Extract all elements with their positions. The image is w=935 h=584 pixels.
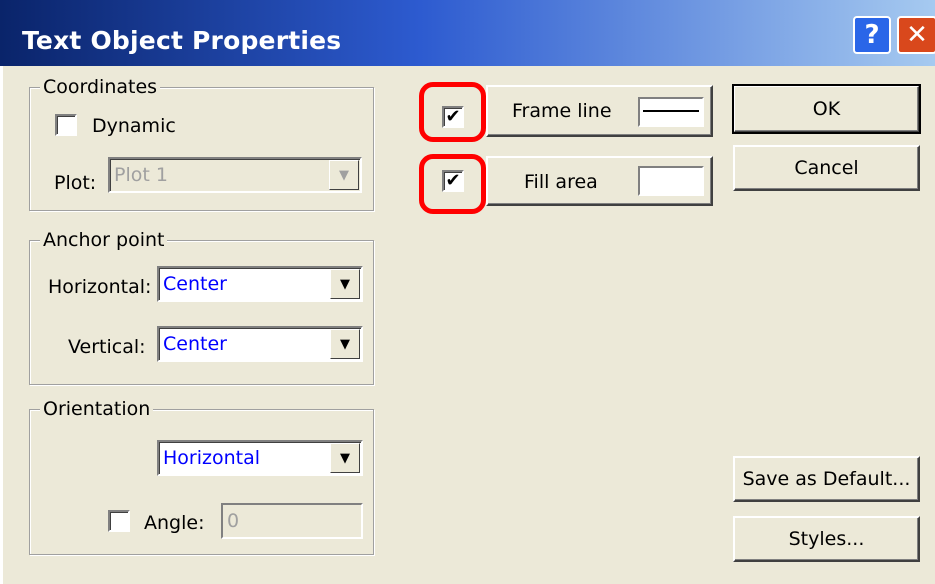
anchor-point-group <box>29 240 374 385</box>
fill-area-button[interactable]: Fill area <box>486 156 713 206</box>
chevron-down-icon[interactable]: ▼ <box>330 269 360 299</box>
fill-area-label: Fill area <box>524 171 598 193</box>
vertical-select[interactable]: Center ▼ <box>157 326 363 362</box>
ok-button[interactable]: OK <box>732 84 921 134</box>
plot-label: Plot: <box>54 172 97 194</box>
dynamic-checkbox[interactable] <box>55 114 77 136</box>
fill-area-highlight <box>419 154 486 214</box>
chevron-down-icon[interactable]: ▼ <box>330 443 360 473</box>
chevron-down-icon[interactable]: ▼ <box>330 329 360 359</box>
dialog-left-edge <box>0 66 3 584</box>
close-button[interactable]: ✕ <box>897 16 935 54</box>
line-sample <box>643 110 699 112</box>
orientation-value: Horizontal <box>163 447 261 469</box>
vertical-label: Vertical: <box>68 336 146 358</box>
angle-checkbox[interactable] <box>108 510 130 532</box>
help-icon: ? <box>864 20 880 50</box>
frame-line-button[interactable]: Frame line <box>486 85 713 137</box>
window-title: Text Object Properties <box>22 26 342 55</box>
frame-line-highlight <box>419 82 486 142</box>
frame-line-swatch <box>638 97 704 127</box>
close-icon: ✕ <box>906 20 928 50</box>
chevron-down-icon[interactable]: ▼ <box>329 160 359 190</box>
save-as-default-label: Save as Default... <box>742 468 911 490</box>
fill-area-swatch <box>638 166 704 196</box>
horizontal-label: Horizontal: <box>48 276 152 298</box>
angle-input[interactable]: 0 <box>221 503 363 539</box>
cancel-button[interactable]: Cancel <box>733 145 920 191</box>
angle-label: Angle: <box>144 512 205 534</box>
ok-label: OK <box>812 98 841 120</box>
dynamic-label: Dynamic <box>92 115 176 137</box>
horizontal-select[interactable]: Center ▼ <box>157 266 363 302</box>
coordinates-legend: Coordinates <box>40 76 161 98</box>
horizontal-value: Center <box>163 273 227 295</box>
plot-select[interactable]: Plot 1 ▼ <box>108 157 362 193</box>
anchor-point-legend: Anchor point <box>40 229 168 251</box>
plot-value: Plot 1 <box>114 164 168 186</box>
help-button[interactable]: ? <box>853 16 891 54</box>
title-bar[interactable]: Text Object Properties ? ✕ <box>0 0 935 66</box>
frame-line-label: Frame line <box>512 100 612 122</box>
styles-label: Styles... <box>788 528 865 550</box>
orientation-select[interactable]: Horizontal ▼ <box>157 440 363 476</box>
styles-button[interactable]: Styles... <box>733 516 920 562</box>
save-as-default-button[interactable]: Save as Default... <box>733 456 920 502</box>
vertical-value: Center <box>163 333 227 355</box>
orientation-legend: Orientation <box>40 398 154 420</box>
cancel-label: Cancel <box>794 157 859 179</box>
